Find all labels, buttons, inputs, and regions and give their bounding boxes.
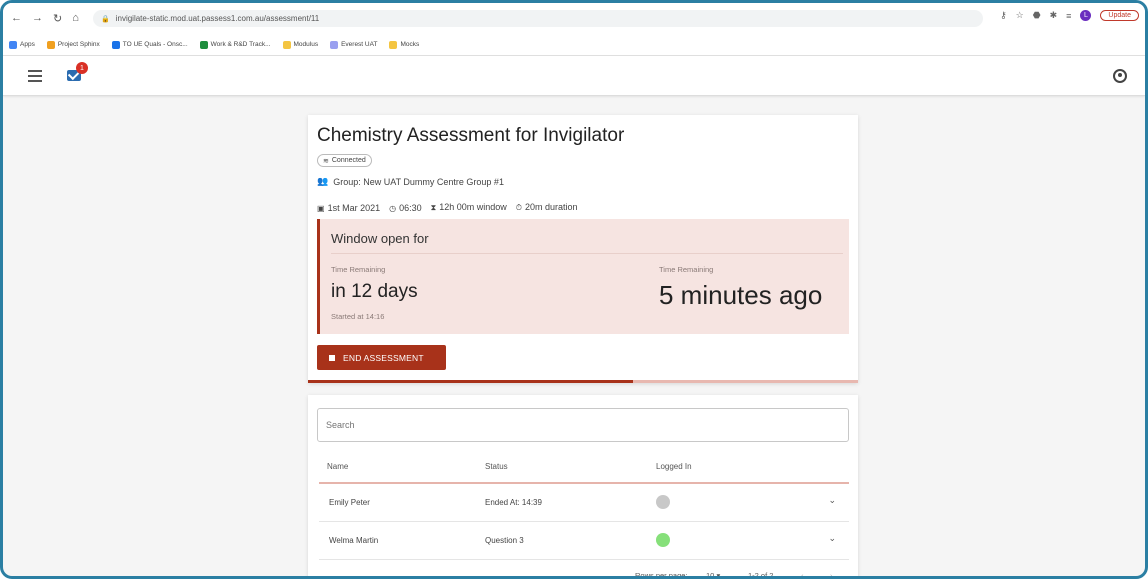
bookmark-item[interactable]: Mocks bbox=[389, 40, 420, 49]
bookmark-item[interactable]: Everest UAT bbox=[330, 40, 378, 49]
progress-fill bbox=[308, 380, 633, 383]
hourglass-icon: ⧗ bbox=[430, 203, 437, 212]
logged-in-indicator bbox=[656, 495, 670, 509]
assessment-card: Chemistry Assessment for Invigilator ≋ C… bbox=[308, 115, 858, 383]
timer-icon: ⏱ bbox=[515, 203, 523, 212]
cell-status: Question 3 bbox=[485, 536, 524, 545]
connection-status: Connected bbox=[331, 157, 366, 164]
chevron-down-icon[interactable]: ⌄ bbox=[828, 533, 836, 544]
cell-name: Emily Peter bbox=[329, 498, 370, 507]
assessment-time: 06:30 bbox=[399, 202, 422, 213]
table-row[interactable]: Emily Peter Ended At: 14:39 ⌄ bbox=[319, 484, 849, 522]
logged-in-indicator bbox=[656, 533, 670, 547]
puzzle-icon[interactable]: ✱ bbox=[1050, 10, 1058, 21]
star-icon[interactable]: ☆ bbox=[1016, 10, 1024, 21]
bookmark-icon bbox=[9, 40, 17, 49]
caret-down-icon: ▾ bbox=[716, 571, 721, 579]
update-button[interactable]: Update bbox=[1100, 10, 1139, 21]
mail-count-badge: 1 bbox=[76, 62, 88, 74]
wifi-icon: ≋ bbox=[323, 157, 329, 165]
rows-per-page-select[interactable]: 10 ▾ bbox=[706, 571, 721, 579]
cell-status: Ended At: 14:39 bbox=[485, 498, 542, 507]
reload-icon[interactable]: ↻ bbox=[53, 12, 62, 25]
bookmark-icon bbox=[46, 40, 55, 49]
bookmark-item[interactable]: Modulus bbox=[282, 40, 319, 49]
bookmark-item[interactable]: Apps bbox=[9, 40, 35, 49]
candidates-card: Name Status Logged In Emily Peter Ended … bbox=[308, 395, 858, 579]
menu-icon[interactable] bbox=[28, 70, 42, 85]
address-bar[interactable]: 🔒 invigilate-static.mod.uat.passess1.com… bbox=[93, 10, 983, 27]
group-name: Group: New UAT Dummy Centre Group #1 bbox=[333, 176, 504, 187]
time-remaining-label-left: Time Remaining bbox=[331, 265, 386, 274]
window-title: Window open for bbox=[331, 231, 429, 246]
column-header-status[interactable]: Status bbox=[485, 462, 508, 471]
bookmark-icon bbox=[389, 40, 398, 49]
bookmark-item[interactable]: Project Sphinx bbox=[46, 40, 100, 49]
bookmark-icon bbox=[282, 40, 291, 49]
bookmark-item[interactable]: TO UE Quals - Onsc... bbox=[111, 40, 188, 49]
account-icon[interactable] bbox=[1113, 69, 1127, 83]
started-at: Started at 14:16 bbox=[331, 312, 385, 321]
page-range: 1-2 of 2 bbox=[748, 571, 774, 579]
url-text: invigilate-static.mod.uat.passess1.com.a… bbox=[115, 14, 320, 23]
browser-actions: ⚷ ☆ ⬣ ✱ ≡ L Update bbox=[1000, 10, 1139, 21]
home-icon[interactable]: ⌂ bbox=[72, 12, 79, 25]
next-page-icon[interactable]: › bbox=[830, 571, 833, 576]
time-remaining-value-left: in 12 days bbox=[331, 281, 418, 302]
forward-icon[interactable]: → bbox=[32, 12, 43, 25]
profile-avatar[interactable]: L bbox=[1080, 10, 1092, 21]
connection-chip: ≋ Connected bbox=[317, 154, 372, 167]
page-title: Chemistry Assessment for Invigilator bbox=[317, 125, 625, 146]
bookmark-label: Apps bbox=[20, 41, 35, 48]
search-input[interactable] bbox=[317, 408, 849, 442]
schedule-line: ▣ 1st Mar 2021 ◷ 06:30 ⧗ 12h 00m window ⏱ 20… bbox=[317, 202, 578, 213]
assessment-duration: 20m duration bbox=[525, 202, 578, 212]
stop-icon bbox=[329, 354, 335, 361]
rows-per-page-value: 10 bbox=[706, 571, 715, 579]
column-header-name[interactable]: Name bbox=[327, 462, 348, 471]
progress-bar bbox=[308, 380, 858, 383]
bookmark-label: Everest UAT bbox=[341, 41, 378, 48]
end-assessment-label: END ASSESSMENT bbox=[343, 352, 424, 363]
lock-icon: 🔒 bbox=[101, 15, 110, 23]
bookmarks-bar: Apps Project Sphinx TO UE Quals - Onsc... W… bbox=[3, 34, 1145, 56]
group-line: 👥 Group: New UAT Dummy Centre Group #1 bbox=[317, 176, 504, 187]
assessment-window: 12h 00m window bbox=[439, 202, 507, 212]
group-icon: 👥 bbox=[317, 176, 329, 186]
divider bbox=[331, 253, 843, 254]
browser-nav: ← → ↻ ⌂ bbox=[11, 12, 79, 25]
previous-page-icon[interactable]: ‹ bbox=[801, 571, 804, 576]
window-panel: Window open for Time Remaining in 12 day… bbox=[317, 219, 849, 334]
key-icon[interactable]: ⚷ bbox=[1000, 10, 1007, 21]
rows-per-page-label: Rows per page: bbox=[635, 571, 688, 579]
bookmark-label: Project Sphinx bbox=[57, 41, 100, 48]
assessment-date: 1st Mar 2021 bbox=[327, 202, 381, 213]
bookmark-item[interactable]: Work & R&D Track... bbox=[199, 40, 271, 49]
cell-name: Welma Martin bbox=[329, 536, 379, 545]
screen-frame: ← → ↻ ⌂ 🔒 invigilate-static.mod.uat.pass… bbox=[0, 0, 1148, 579]
calendar-icon: ▣ bbox=[317, 203, 325, 213]
bookmark-icon bbox=[330, 40, 339, 49]
bookmark-label: TO UE Quals - Onsc... bbox=[122, 41, 188, 48]
time-remaining-label-right: Time Remaining bbox=[659, 265, 714, 274]
time-remaining-value-right: 5 minutes ago bbox=[659, 280, 823, 310]
extension-icon[interactable]: ⬣ bbox=[1033, 10, 1041, 21]
reading-list-icon[interactable]: ≡ bbox=[1066, 11, 1071, 21]
app-header: 1 bbox=[3, 56, 1145, 96]
chevron-down-icon[interactable]: ⌄ bbox=[828, 495, 836, 506]
table-row[interactable]: Welma Martin Question 3 ⌄ bbox=[319, 522, 849, 560]
clock-icon: ◷ bbox=[389, 203, 397, 213]
bookmark-icon bbox=[199, 40, 208, 49]
bookmark-label: Mocks bbox=[400, 41, 420, 48]
bookmark-icon bbox=[111, 40, 120, 49]
bookmark-label: Work & R&D Track... bbox=[210, 41, 271, 48]
column-header-logged-in[interactable]: Logged In bbox=[656, 462, 692, 471]
browser-toolbar: ← → ↻ ⌂ 🔒 invigilate-static.mod.uat.pass… bbox=[3, 3, 1145, 34]
end-assessment-button[interactable]: END ASSESSMENT bbox=[317, 345, 446, 370]
back-icon[interactable]: ← bbox=[11, 12, 22, 25]
bookmark-label: Modulus bbox=[293, 41, 319, 48]
